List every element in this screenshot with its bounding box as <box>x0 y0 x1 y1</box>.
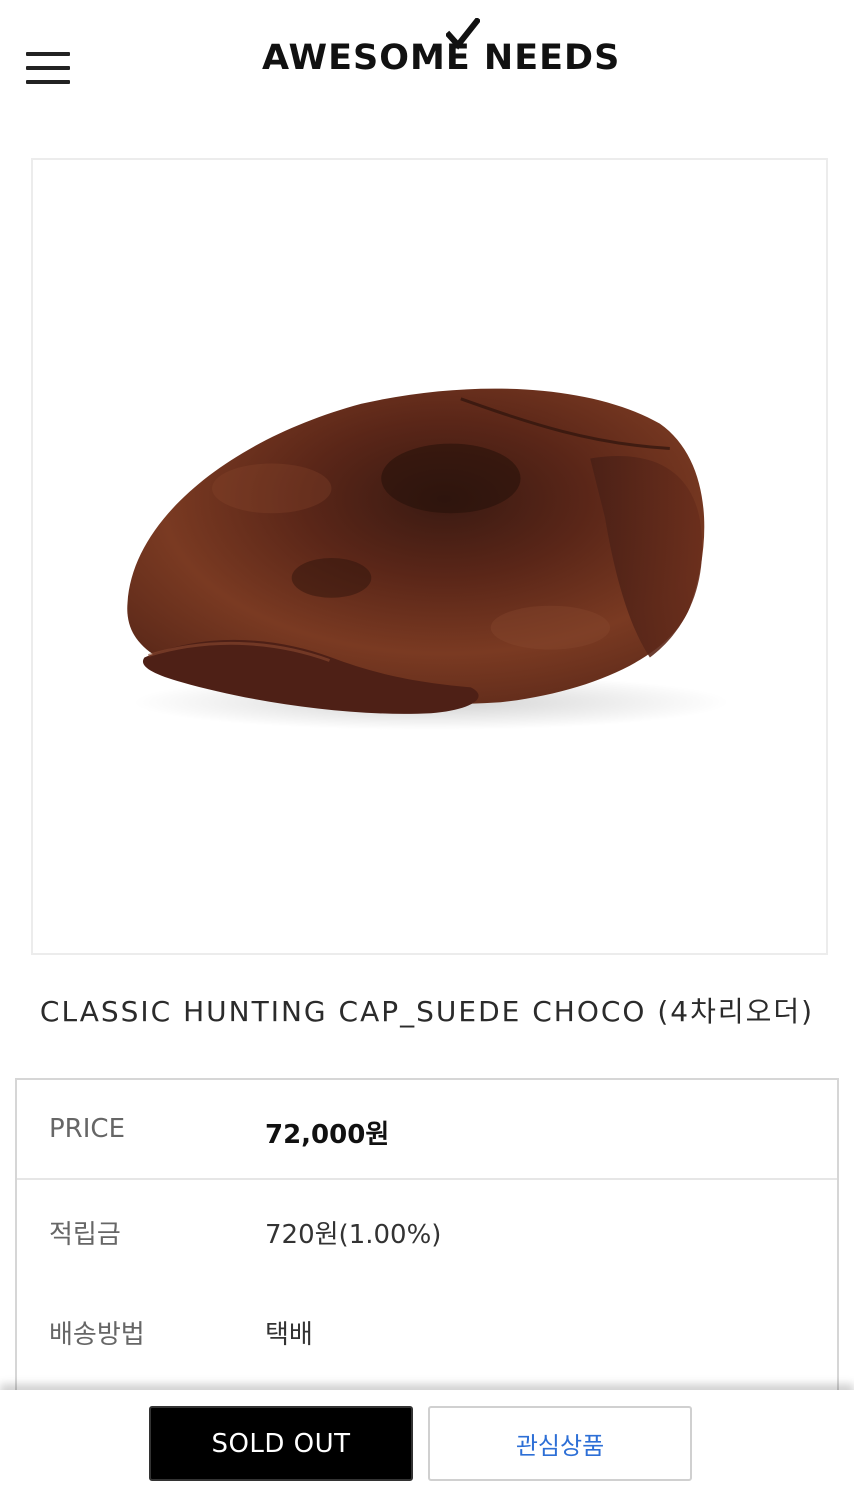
product-title: CLASSIC HUNTING CAP_SUEDE CHOCO (4차리오더) <box>39 995 815 1028</box>
hamburger-menu-icon[interactable] <box>26 52 72 86</box>
shipping-value: 택배 <box>265 1320 313 1350</box>
shipping-label: 배송방법 <box>49 1320 145 1350</box>
price-value: 72,000원 <box>265 1120 390 1150</box>
points-row: 적립금 720원(1.00%) <box>17 1180 837 1280</box>
sold-out-button[interactable]: SOLD OUT <box>149 1406 413 1481</box>
checkmark-icon <box>446 18 480 50</box>
site-header: AWESOME NEEDS <box>0 0 854 120</box>
bottom-action-bar: SOLD OUT 관심상품 <box>0 1390 854 1500</box>
site-logo[interactable]: AWESOME NEEDS <box>262 38 620 78</box>
wishlist-button[interactable]: 관심상품 <box>428 1406 692 1481</box>
product-image[interactable] <box>31 158 828 955</box>
points-label: 적립금 <box>49 1220 121 1250</box>
product-page: AWESOME NEEDS CLASSIC HUNTING CAP_SUEDE … <box>0 0 854 1500</box>
price-row: PRICE 72,000원 <box>17 1080 837 1180</box>
hunting-cap-image <box>127 388 730 731</box>
shipping-row: 배송방법 택배 <box>17 1280 837 1380</box>
product-info-table: PRICE 72,000원 적립금 720원(1.00%) 배송방법 택배 <box>15 1078 839 1408</box>
price-label: PRICE <box>49 1114 125 1144</box>
points-value: 720원(1.00%) <box>265 1220 442 1250</box>
logo-text: AWESOME NEEDS <box>262 38 621 78</box>
